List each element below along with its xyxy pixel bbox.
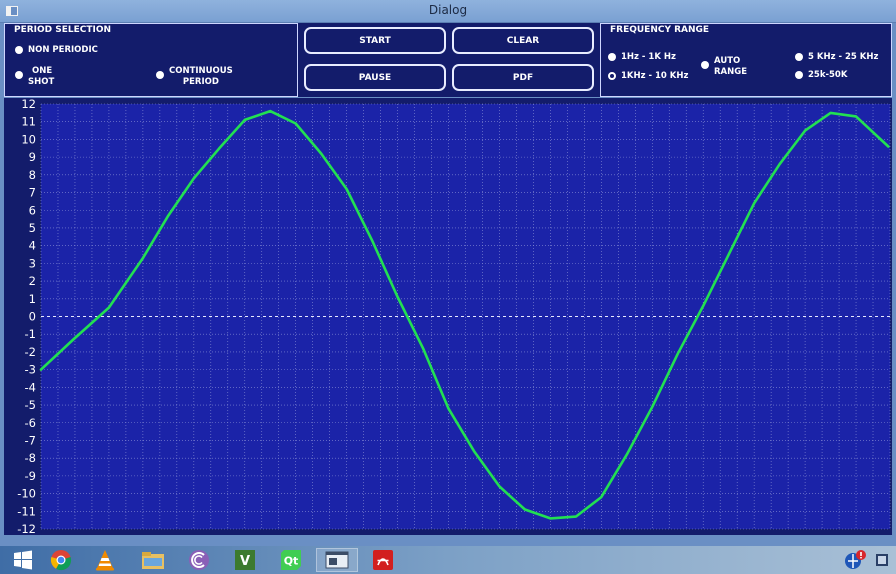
y-tick-label: 8 bbox=[29, 168, 36, 182]
y-tick-label: -10 bbox=[17, 487, 36, 501]
y-tick-label: 2 bbox=[29, 274, 36, 288]
frequency-range-title: FREQUENCY RANGE bbox=[607, 25, 713, 35]
pause-button[interactable]: PAUSE bbox=[304, 64, 446, 91]
svg-text:Qt: Qt bbox=[284, 555, 299, 568]
radio-checked-indicator bbox=[608, 72, 616, 80]
y-tick-label: 4 bbox=[29, 239, 36, 253]
radio-label: AUTO RANGE bbox=[714, 56, 748, 77]
radio-indicator bbox=[15, 71, 23, 79]
y-tick-label: 11 bbox=[21, 115, 36, 129]
chrome-icon[interactable] bbox=[40, 548, 82, 572]
radio-label: NON PERIODIC bbox=[28, 45, 98, 55]
notification-alert-icon[interactable] bbox=[838, 548, 872, 572]
radio-25k-50k[interactable]: 25k-50K bbox=[795, 70, 847, 81]
y-tick-label: 10 bbox=[21, 132, 36, 146]
y-tick-label: -7 bbox=[25, 433, 36, 447]
radio-label: 5 KHz - 25 KHz bbox=[808, 52, 879, 62]
y-tick-label: -3 bbox=[25, 363, 36, 377]
radio-1hz-1khz[interactable]: 1Hz - 1K Hz bbox=[608, 52, 676, 63]
start-menu-icon[interactable] bbox=[2, 548, 44, 572]
radio-label: 1KHz - 10 KHz bbox=[621, 71, 689, 81]
radio-auto-range[interactable]: AUTO RANGE bbox=[701, 56, 747, 78]
radio-1khz-10khz[interactable]: 1KHz - 10 KHz bbox=[608, 71, 688, 82]
system-tray-icon[interactable] bbox=[870, 548, 894, 572]
radio-indicator bbox=[701, 61, 709, 69]
y-tick-label: 3 bbox=[29, 256, 36, 270]
y-tick-label: -4 bbox=[25, 380, 36, 394]
qt-creator-icon[interactable]: Qt bbox=[270, 548, 312, 572]
pdf-button[interactable]: PDF bbox=[452, 64, 594, 91]
start-button[interactable]: START bbox=[304, 27, 446, 54]
media-player-icon[interactable] bbox=[178, 548, 220, 572]
period-selection-title: PERIOD SELECTION bbox=[11, 25, 115, 35]
radio-indicator bbox=[795, 71, 803, 79]
y-tick-label: -5 bbox=[25, 398, 36, 412]
y-tick-label: 5 bbox=[29, 221, 36, 235]
clear-button[interactable]: CLEAR bbox=[452, 27, 594, 54]
pdf-reader-icon[interactable] bbox=[362, 548, 404, 572]
radio-label: CONTINUOUS PERIOD bbox=[169, 66, 233, 87]
y-tick-label: 1 bbox=[29, 292, 36, 306]
y-tick-label: -8 bbox=[25, 451, 36, 465]
y-tick-label: -9 bbox=[25, 469, 36, 483]
waveform-plot[interactable]: 1211109876543210-1-2-3-4-5-6-7-8-9-10-11… bbox=[4, 98, 892, 535]
dialog-app-icon[interactable] bbox=[316, 548, 358, 572]
y-tick-label: -1 bbox=[25, 327, 36, 341]
y-tick-label: -11 bbox=[17, 504, 36, 518]
svg-text:V: V bbox=[240, 554, 250, 569]
y-tick-label: 7 bbox=[29, 186, 36, 200]
frequency-range-group: FREQUENCY RANGE 1Hz - 1K Hz 1KHz - 10 KH… bbox=[600, 23, 892, 97]
y-tick-label: 9 bbox=[29, 150, 36, 164]
title-bar: Dialog bbox=[0, 0, 896, 23]
window-title: Dialog bbox=[428, 3, 468, 17]
radio-continuous-period[interactable]: CONTINUOUS PERIOD bbox=[156, 66, 233, 88]
period-selection-group: PERIOD SELECTION NON PERIODIC ONE SHOT C… bbox=[4, 23, 298, 97]
radio-indicator bbox=[15, 46, 23, 54]
y-tick-label: 0 bbox=[29, 310, 36, 324]
radio-label: 25k-50K bbox=[808, 70, 848, 80]
radio-indicator bbox=[608, 53, 616, 61]
vlc-icon[interactable] bbox=[84, 548, 126, 572]
y-tick-label: 6 bbox=[29, 203, 36, 217]
file-explorer-icon[interactable] bbox=[132, 548, 174, 572]
radio-label: ONE SHOT bbox=[28, 66, 55, 87]
y-tick-label: -6 bbox=[25, 416, 36, 430]
radio-indicator bbox=[795, 53, 803, 61]
radio-indicator bbox=[156, 71, 164, 79]
y-tick-label: 12 bbox=[21, 98, 36, 111]
radio-non-periodic[interactable]: NON PERIODIC bbox=[15, 45, 98, 56]
radio-5khz-25khz[interactable]: 5 KHz - 25 KHz bbox=[795, 52, 878, 63]
y-tick-label: -12 bbox=[17, 522, 36, 535]
radio-one-shot[interactable]: ONE SHOT bbox=[15, 66, 54, 88]
y-tick-label: -2 bbox=[25, 345, 36, 359]
radio-label: 1Hz - 1K Hz bbox=[621, 52, 676, 62]
visual-studio-icon[interactable]: V bbox=[224, 548, 266, 572]
taskbar: V Qt bbox=[0, 546, 896, 574]
